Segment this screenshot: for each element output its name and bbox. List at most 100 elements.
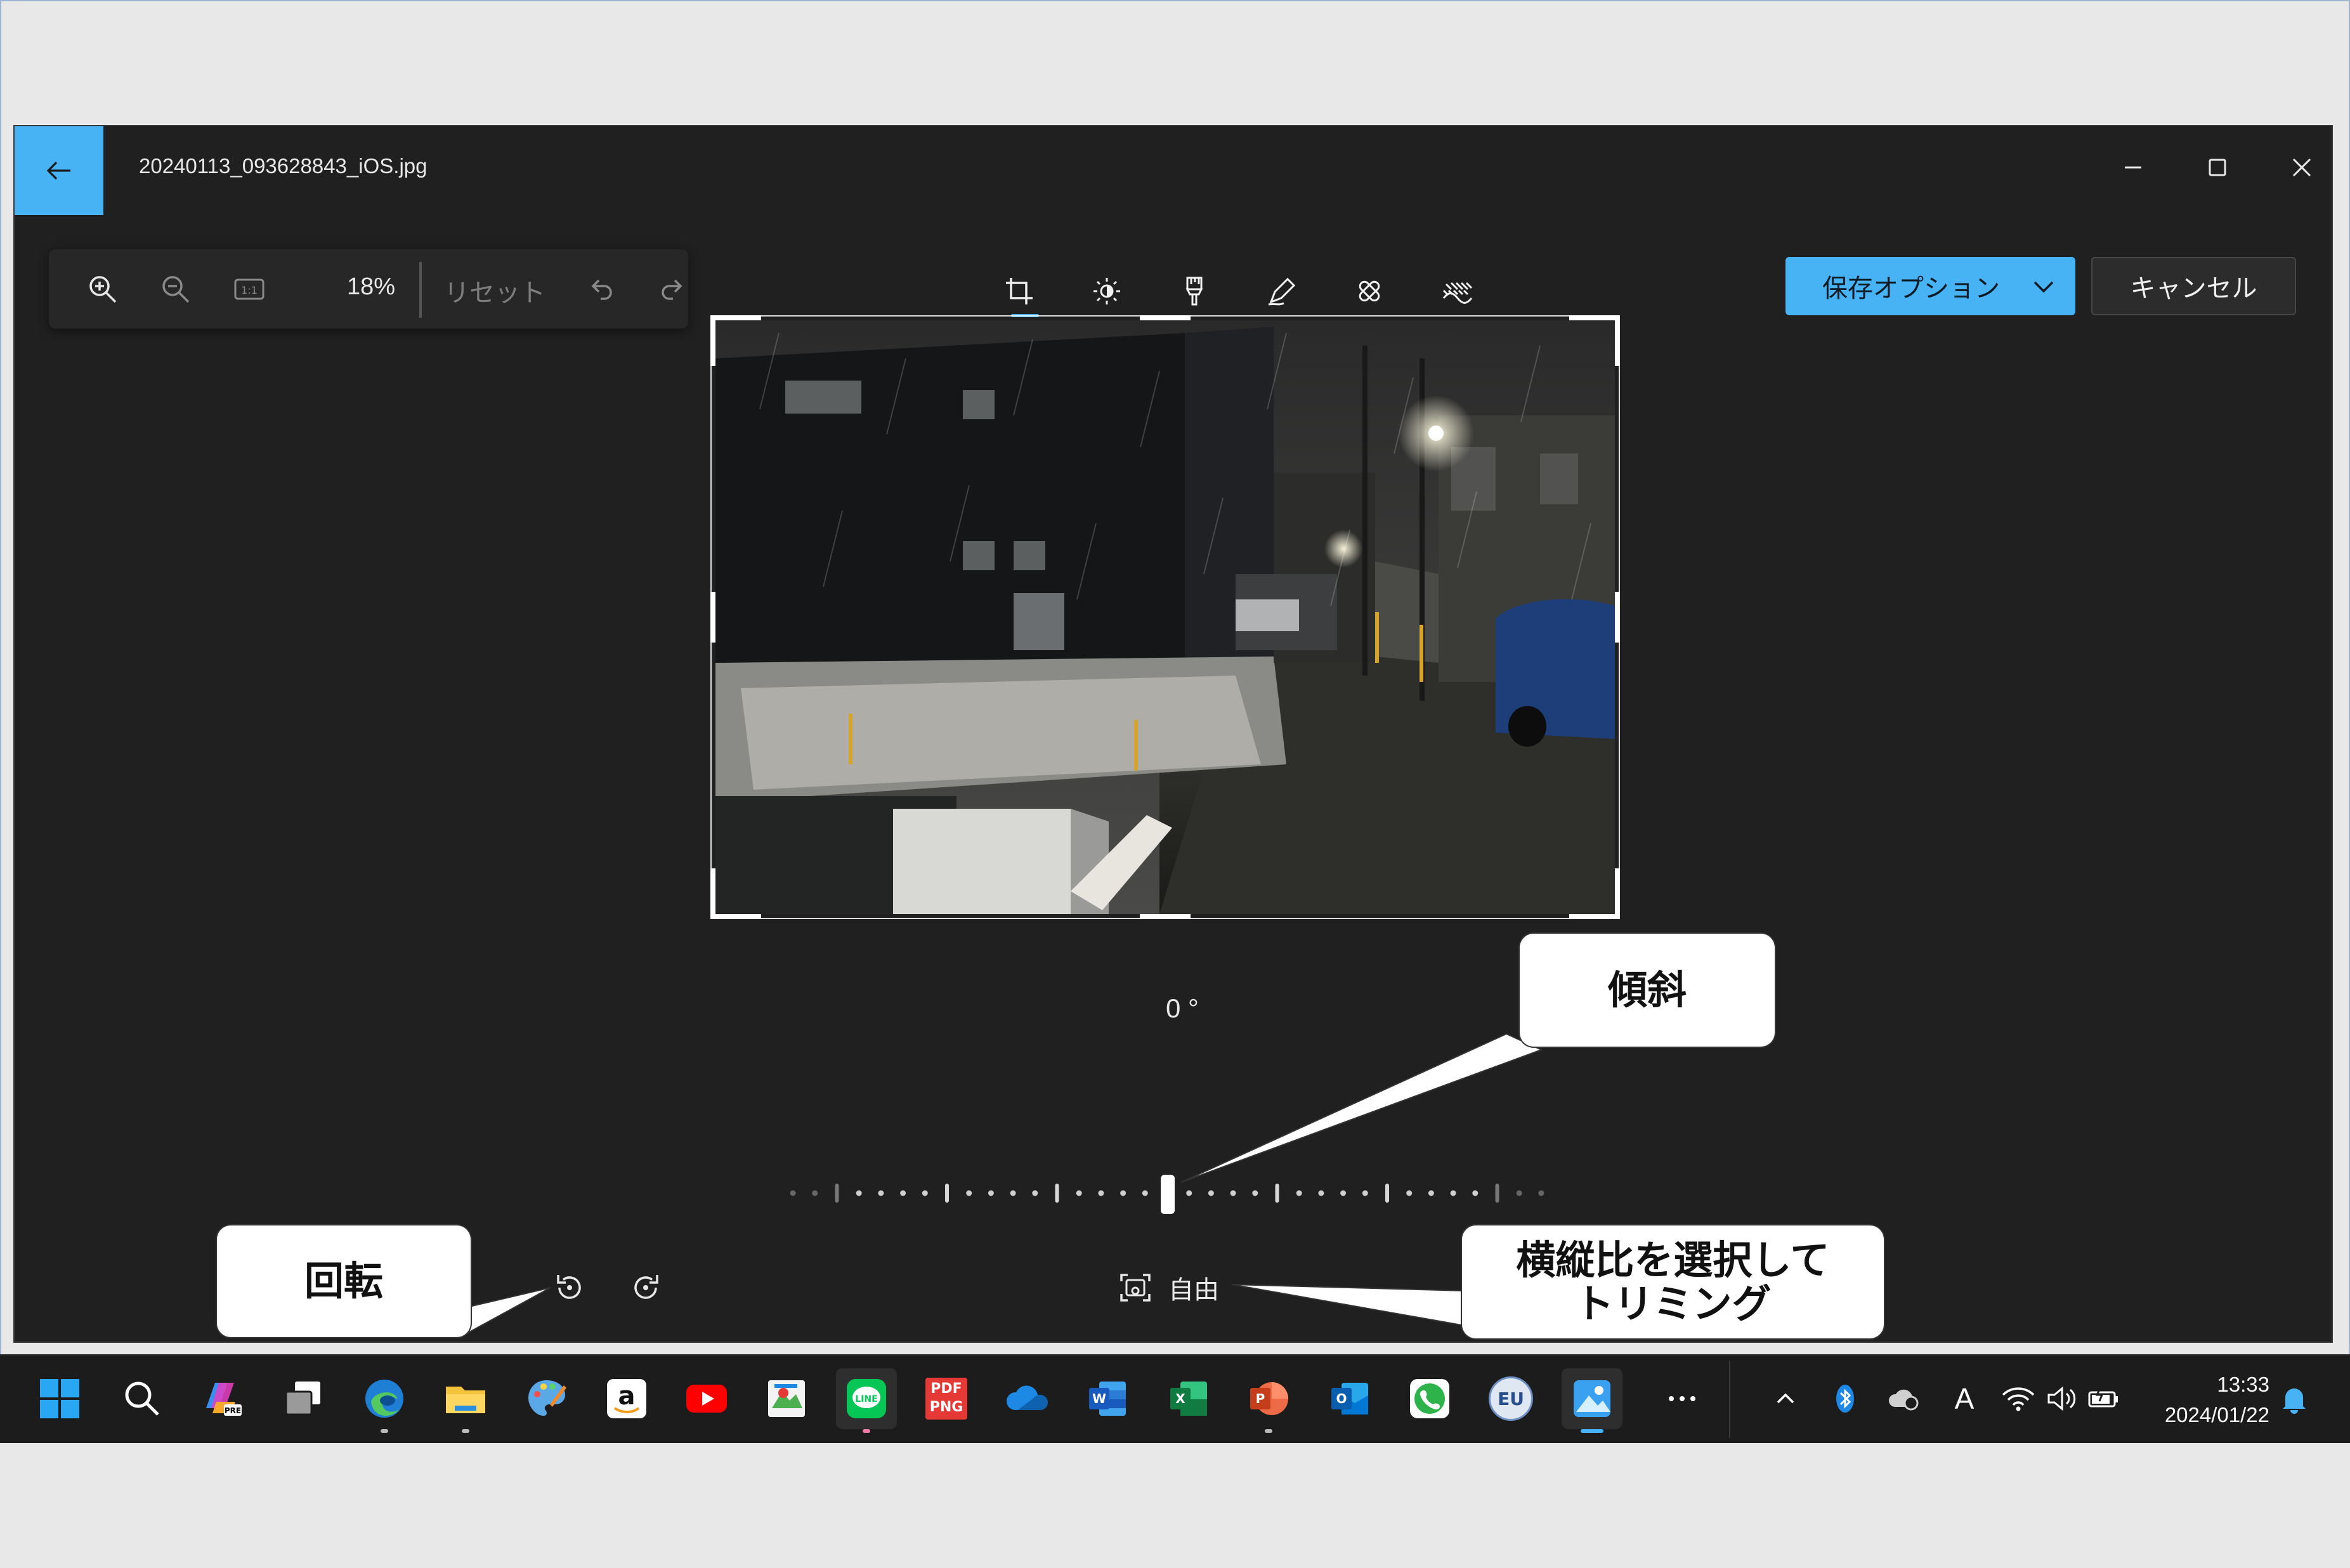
actual-size-button[interactable]: 1:1	[227, 267, 271, 311]
crop-handle-left[interactable]	[710, 592, 715, 643]
taskbar-phone-app[interactable]	[1399, 1368, 1460, 1429]
slider-minor-tick	[1098, 1190, 1104, 1196]
callout-aspect-line1: 横縦比を選択して	[1516, 1236, 1830, 1283]
slider-minor-tick	[790, 1190, 796, 1196]
tool-adjustment[interactable]	[1075, 259, 1139, 323]
slider-minor-tick	[966, 1190, 972, 1196]
chevron-down-icon	[2033, 281, 2054, 293]
tray-network-cloud[interactable]	[1876, 1368, 1933, 1429]
zoom-out-button[interactable]	[153, 267, 198, 311]
slider-major-tick	[1275, 1184, 1279, 1203]
tray-notifications[interactable]	[2272, 1368, 2316, 1429]
tray-show-hidden[interactable]	[1757, 1368, 1814, 1429]
crop-handle-top-right[interactable]	[1569, 315, 1620, 320]
aspect-ratio-label: 自由	[1168, 1276, 1219, 1305]
phone-app-icon	[1410, 1379, 1449, 1418]
retouch-icon	[1359, 280, 1380, 302]
straighten-slider[interactable]	[545, 1175, 1814, 1213]
taskbar-amazon[interactable]: a	[596, 1368, 657, 1429]
tool-crop[interactable]	[988, 259, 1051, 323]
save-options-button[interactable]: 保存オプション	[1785, 257, 2075, 315]
taskbar-overflow[interactable]	[1652, 1368, 1713, 1429]
crop-area[interactable]	[710, 315, 1620, 919]
svg-text:X: X	[1175, 1391, 1185, 1406]
close-button[interactable]	[2267, 139, 2337, 196]
slider-minor-tick	[1362, 1190, 1368, 1196]
angle-readout: 0 °	[1166, 993, 1199, 1023]
slider-minor-tick	[900, 1190, 906, 1196]
crop-handle-bottom-right-v[interactable]	[1615, 868, 1620, 919]
slider-minor-tick	[1428, 1190, 1434, 1196]
back-button[interactable]	[15, 126, 103, 215]
taskbar-powerpoint[interactable]: P	[1238, 1368, 1299, 1433]
tool-retouch[interactable]	[1338, 259, 1401, 323]
search-button[interactable]	[112, 1368, 173, 1429]
arrow-left-icon	[46, 161, 70, 180]
tray-quick-settings[interactable]	[1992, 1368, 2131, 1429]
crop-handle-top[interactable]	[1140, 315, 1191, 320]
taskbar-copilot[interactable]: PRE	[192, 1368, 252, 1429]
crop-handle-bottom-right[interactable]	[1569, 914, 1620, 919]
undo-icon	[591, 279, 612, 300]
tool-filter[interactable]	[1163, 259, 1226, 323]
title-bar: 20240113_093628843_iOS.jpg	[15, 126, 2332, 215]
taskbar-file-explorer[interactable]	[435, 1368, 496, 1433]
maximize-button[interactable]	[2183, 139, 2252, 196]
taskbar-edge[interactable]	[354, 1368, 415, 1433]
filter-icon	[1185, 277, 1203, 306]
slider-minor-tick	[1186, 1190, 1192, 1196]
taskbar-onedrive[interactable]	[997, 1368, 1058, 1429]
start-button[interactable]	[29, 1368, 90, 1429]
minimize-icon	[2125, 166, 2141, 169]
toolbar-divider	[419, 262, 422, 318]
tray-clock[interactable]: 13:33 2024/01/22	[2155, 1369, 2269, 1430]
taskbar-task-view[interactable]	[273, 1368, 334, 1429]
aspect-ratio-button[interactable]: 自由	[1118, 1262, 1219, 1313]
tray-bluetooth[interactable]	[1817, 1368, 1874, 1429]
amazon-icon: a	[607, 1379, 646, 1418]
reset-button[interactable]: リセット	[444, 272, 545, 309]
crop-handle-bottom[interactable]	[1140, 914, 1191, 919]
slider-major-tick	[1385, 1184, 1389, 1203]
slider-minor-tick	[1472, 1190, 1479, 1196]
excel-icon: X	[1170, 1382, 1207, 1416]
taskbar-pdf-to-png[interactable]: PDF PNG	[916, 1368, 977, 1429]
undo-button[interactable]	[579, 267, 623, 311]
tool-background[interactable]	[1425, 259, 1489, 323]
redo-icon	[662, 279, 682, 300]
slider-minor-tick	[1142, 1190, 1148, 1196]
crop-handle-top-left-v[interactable]	[710, 315, 715, 366]
taskbar-word[interactable]: W	[1077, 1368, 1138, 1429]
slider-minor-tick	[1296, 1190, 1302, 1196]
slider-major-tick	[945, 1184, 949, 1203]
windows-taskbar: PRE a LINE PDF PNG W X P O EU A 13:33 20…	[0, 1354, 2350, 1443]
tool-markup[interactable]	[1250, 259, 1314, 323]
taskbar-outlook[interactable]: O	[1319, 1368, 1380, 1429]
youtube-icon	[686, 1385, 727, 1413]
rotate-right-button[interactable]	[620, 1262, 671, 1313]
crop-handle-top-right-v[interactable]	[1615, 315, 1620, 366]
taskbar-photos[interactable]	[1562, 1368, 1622, 1433]
taskbar-youtube[interactable]	[676, 1368, 737, 1429]
desktop-background	[0, 1443, 2350, 1568]
taskbar-eu-app[interactable]: EU	[1480, 1368, 1541, 1429]
cancel-button[interactable]: キャンセル	[2091, 257, 2296, 315]
rotate-left-button[interactable]	[544, 1262, 595, 1313]
clock-time: 13:33	[2217, 1373, 2269, 1396]
callout-rotate: 回転	[217, 1225, 471, 1337]
taskbar-excel[interactable]: X	[1158, 1368, 1219, 1429]
taskbar-line[interactable]: LINE	[836, 1368, 897, 1433]
tray-ime[interactable]: A	[1936, 1368, 1993, 1429]
slider-minor-tick	[1340, 1190, 1347, 1196]
running-indicator	[863, 1429, 870, 1433]
taskbar-app-map[interactable]	[756, 1368, 817, 1429]
minimize-button[interactable]	[2098, 139, 2168, 196]
crop-handle-bottom-left-v[interactable]	[710, 868, 715, 919]
crop-handle-top-left[interactable]	[710, 315, 761, 320]
zoom-in-button[interactable]	[81, 267, 125, 311]
crop-handle-bottom-left[interactable]	[710, 914, 761, 919]
crop-handle-right[interactable]	[1615, 592, 1620, 643]
redo-button[interactable]	[650, 267, 695, 311]
straighten-slider-thumb[interactable]	[1161, 1175, 1175, 1214]
taskbar-paint[interactable]	[516, 1368, 577, 1429]
